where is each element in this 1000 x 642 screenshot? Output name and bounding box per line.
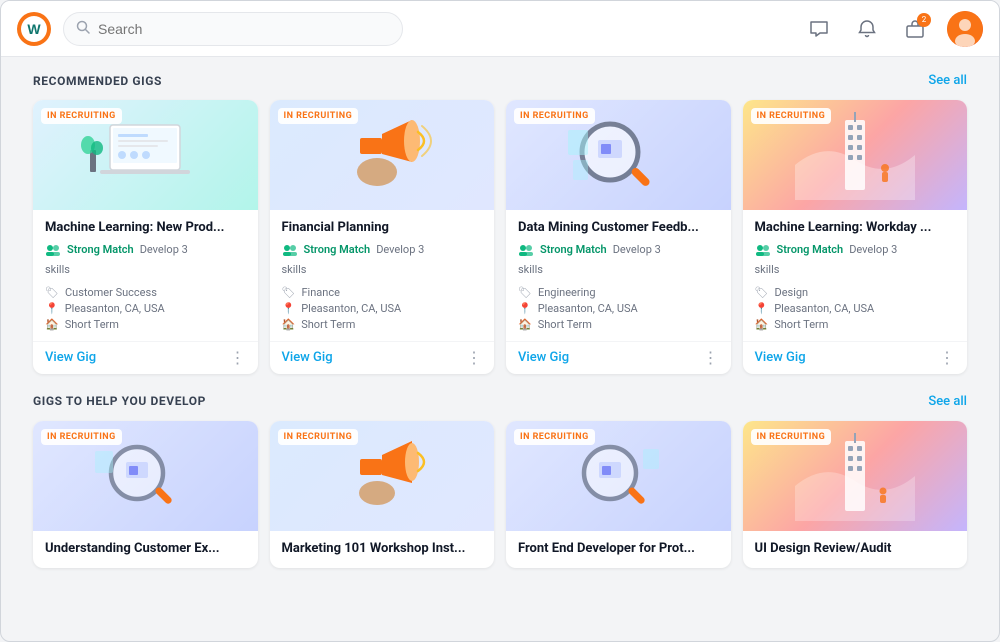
develop-label-1: Develop 3 [140, 243, 188, 256]
develop-gigs-header: GIGS TO HELP YOU DEVELOP See all [33, 394, 967, 409]
more-button-1[interactable]: ⋮ [230, 350, 246, 366]
view-gig-link-2[interactable]: View Gig [282, 350, 333, 365]
skills-label-3: skills [518, 263, 719, 276]
match-label-4: Strong Match [777, 243, 844, 256]
develop-gigs-grid: IN RECRUITING Understanding Customer E [33, 421, 967, 568]
bag-badge: 2 [917, 13, 931, 27]
card-body-2: Financial Planning Strong Match Develop … [270, 210, 495, 341]
card-image-3: IN RECRUITING [506, 100, 731, 210]
gig-card-2[interactable]: IN RECRUITING [270, 100, 495, 374]
more-button-4[interactable]: ⋮ [939, 350, 955, 366]
card-badge-1: IN RECRUITING [41, 108, 122, 124]
develop-card-image-1: IN RECRUITING [33, 421, 258, 531]
card-title-1: Machine Learning: New Prod... [45, 220, 246, 237]
card-match-3: Strong Match Develop 3 [518, 243, 719, 257]
card-footer-2: View Gig ⋮ [270, 341, 495, 374]
recommended-gigs-header: RECOMMENDED GIGS See all [33, 73, 967, 88]
recommended-gigs-see-all[interactable]: See all [928, 73, 967, 88]
bag-button[interactable]: 2 [899, 13, 931, 45]
svg-text:W: W [27, 21, 41, 37]
card-footer-4: View Gig ⋮ [743, 341, 968, 374]
main-content: RECOMMENDED GIGS See all IN RECRUITING [1, 57, 999, 641]
notification-button[interactable] [851, 13, 883, 45]
develop-card-title-2: Marketing 101 Workshop Inst... [270, 531, 495, 568]
develop-gigs-section: GIGS TO HELP YOU DEVELOP See all IN RECR… [33, 394, 967, 568]
develop-gigs-see-all[interactable]: See all [928, 394, 967, 409]
search-bar[interactable] [63, 12, 403, 46]
develop-gig-card-4[interactable]: IN RECRUITING [743, 421, 968, 568]
gig-card-1[interactable]: IN RECRUITING [33, 100, 258, 374]
gig-card-4[interactable]: IN RECRUITING [743, 100, 968, 374]
card-footer-1: View Gig ⋮ [33, 341, 258, 374]
card-body-4: Machine Learning: Workday ... Strong Mat… [743, 210, 968, 341]
develop-card-title-3: Front End Developer for Prot... [506, 531, 731, 568]
develop-gig-card-3[interactable]: IN RECRUITING Front End Developer for [506, 421, 731, 568]
card-footer-3: View Gig ⋮ [506, 341, 731, 374]
develop-gig-card-2[interactable]: IN RECRUITING Marketing 101 Workshop I [270, 421, 495, 568]
card-tags-4: 🏷 Design 📍 Pleasanton, CA, USA 🏠 Short T… [755, 286, 956, 331]
develop-label-3: Develop 3 [613, 243, 661, 256]
view-gig-link-3[interactable]: View Gig [518, 350, 569, 365]
more-button-3[interactable]: ⋮ [703, 350, 719, 366]
develop-card-badge-2: IN RECRUITING [278, 429, 359, 445]
match-label-1: Strong Match [67, 243, 134, 256]
card-title-3: Data Mining Customer Feedb... [518, 220, 719, 237]
develop-card-badge-1: IN RECRUITING [41, 429, 122, 445]
develop-card-image-2: IN RECRUITING [270, 421, 495, 531]
search-icon [76, 20, 90, 38]
card-body-3: Data Mining Customer Feedb... Strong Mat… [506, 210, 731, 341]
skills-label-2: skills [282, 263, 483, 276]
card-title-2: Financial Planning [282, 220, 483, 237]
card-tags-2: 🏷 Finance 📍 Pleasanton, CA, USA 🏠 Short … [282, 286, 483, 331]
card-body-1: Machine Learning: New Prod... Strong Mat… [33, 210, 258, 341]
match-label-3: Strong Match [540, 243, 607, 256]
develop-gigs-title: GIGS TO HELP YOU DEVELOP [33, 394, 206, 408]
develop-card-title-4: UI Design Review/Audit [743, 531, 968, 568]
recommended-gigs-grid: IN RECRUITING [33, 100, 967, 374]
recommended-gigs-title: RECOMMENDED GIGS [33, 74, 162, 88]
card-title-4: Machine Learning: Workday ... [755, 220, 956, 237]
card-badge-2: IN RECRUITING [278, 108, 359, 124]
user-avatar[interactable] [947, 11, 983, 47]
develop-card-badge-4: IN RECRUITING [751, 429, 832, 445]
develop-card-title-1: Understanding Customer Ex... [33, 531, 258, 568]
header-icons: 2 [803, 11, 983, 47]
chat-button[interactable] [803, 13, 835, 45]
recommended-gigs-section: RECOMMENDED GIGS See all IN RECRUITING [33, 73, 967, 374]
header: W [1, 1, 999, 57]
develop-card-badge-3: IN RECRUITING [514, 429, 595, 445]
develop-label-4: Develop 3 [849, 243, 897, 256]
view-gig-link-4[interactable]: View Gig [755, 350, 806, 365]
develop-card-image-4: IN RECRUITING [743, 421, 968, 531]
view-gig-link-1[interactable]: View Gig [45, 350, 96, 365]
card-image-2: IN RECRUITING [270, 100, 495, 210]
skills-label-4: skills [755, 263, 956, 276]
card-match-4: Strong Match Develop 3 [755, 243, 956, 257]
gig-card-3[interactable]: IN RECRUITING [506, 100, 731, 374]
card-match-2: Strong Match Develop 3 [282, 243, 483, 257]
develop-gig-card-1[interactable]: IN RECRUITING Understanding Customer E [33, 421, 258, 568]
card-tags-3: 🏷 Engineering 📍 Pleasanton, CA, USA 🏠 Sh… [518, 286, 719, 331]
develop-card-image-3: IN RECRUITING [506, 421, 731, 531]
workday-logo[interactable]: W [17, 12, 51, 46]
card-image-4: IN RECRUITING [743, 100, 968, 210]
card-tags-1: 🏷 Customer Success 📍 Pleasanton, CA, USA… [45, 286, 246, 331]
card-badge-3: IN RECRUITING [514, 108, 595, 124]
search-input[interactable] [98, 21, 390, 37]
card-image-1: IN RECRUITING [33, 100, 258, 210]
app-container: W [0, 0, 1000, 642]
card-match-1: Strong Match Develop 3 [45, 243, 246, 257]
match-label-2: Strong Match [304, 243, 371, 256]
skills-label-1: skills [45, 263, 246, 276]
develop-label-2: Develop 3 [376, 243, 424, 256]
card-badge-4: IN RECRUITING [751, 108, 832, 124]
more-button-2[interactable]: ⋮ [466, 350, 482, 366]
